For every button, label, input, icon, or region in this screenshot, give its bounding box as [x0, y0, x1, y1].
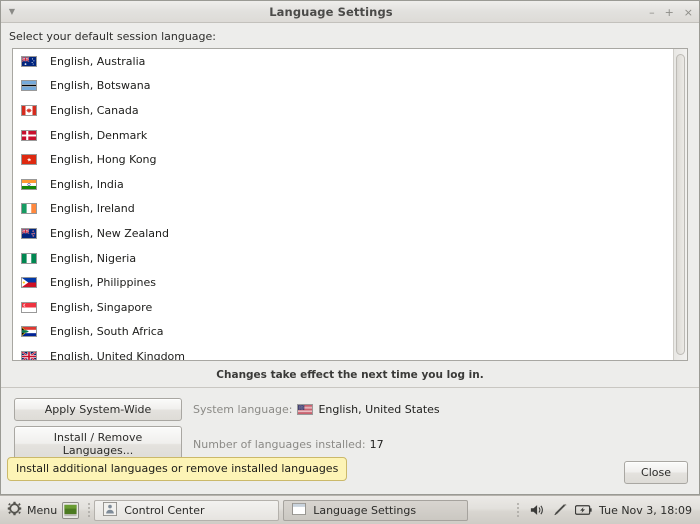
restart-notice: Changes take effect the next time you lo…: [216, 369, 484, 381]
language-settings-window: ▼ Language Settings – + × Select your de…: [0, 0, 700, 495]
chevron-down-icon[interactable]: ▼: [1, 1, 23, 23]
language-list-item[interactable]: English, Canada: [13, 98, 673, 123]
flag-icon-hk: [21, 154, 37, 166]
flag-icon-ie: [21, 203, 37, 215]
system-tray: Tue Nov 3, 18:09: [512, 502, 696, 519]
minimize-icon[interactable]: –: [649, 7, 655, 18]
language-list-item[interactable]: English, Singapore: [13, 295, 673, 320]
tooltip: Install additional languages or remove i…: [7, 457, 348, 481]
language-list-item[interactable]: English, Australia: [13, 49, 673, 74]
language-list-item[interactable]: English, Nigeria: [13, 246, 673, 271]
pen-icon[interactable]: [553, 503, 568, 517]
system-language-label: System language:: [193, 403, 293, 416]
flag-icon-ph: [21, 277, 37, 289]
close-icon[interactable]: ×: [684, 7, 693, 18]
flag-icon-bw: [21, 80, 37, 92]
apply-system-wide-button[interactable]: Apply System-Wide: [14, 398, 182, 421]
language-list-item[interactable]: English, Philippines: [13, 270, 673, 295]
language-list-item-label: English, South Africa: [50, 325, 164, 339]
language-list-frame: English, Australia English, Botswana Engli…: [12, 48, 688, 361]
language-list-item[interactable]: English, Ireland: [13, 197, 673, 222]
language-list-item-label: English, Botswana: [50, 79, 151, 93]
flag-icon-ng: [21, 252, 37, 264]
gear-icon: [7, 501, 22, 519]
start-menu-button[interactable]: Menu: [4, 501, 83, 519]
language-list-item[interactable]: English, United Kingdom: [13, 344, 673, 360]
language-list-item-label: English, New Zealand: [50, 226, 169, 240]
flag-icon-ca: [21, 104, 37, 116]
control-center-icon: [103, 501, 118, 519]
flag-icon-us: [297, 404, 314, 415]
window-controls: – + ×: [649, 1, 693, 23]
task-button-label: Control Center: [124, 503, 205, 517]
language-list-item-label: English, Hong Kong: [50, 153, 157, 167]
flag-icon-dk: [21, 129, 37, 141]
window-content: Select your default session language: En…: [1, 23, 699, 494]
prompt-label: Select your default session language:: [9, 30, 216, 43]
system-language-value: English, United States: [318, 403, 440, 416]
installed-count-value: 17: [369, 437, 384, 451]
system-language-info: System language: English, United States: [193, 403, 440, 416]
flag-icon-gb: [21, 350, 37, 360]
start-menu-label: Menu: [27, 503, 58, 517]
language-list-item-label: English, Singapore: [50, 300, 153, 314]
clock[interactable]: Tue Nov 3, 18:09: [599, 504, 692, 517]
language-list-scrollbar[interactable]: [673, 49, 687, 360]
speaker-icon[interactable]: [530, 503, 546, 517]
window-title: Language Settings: [269, 4, 393, 19]
taskbar-grip[interactable]: [86, 502, 91, 519]
language-list-item[interactable]: English, New Zealand: [13, 221, 673, 246]
installed-count-info: Number of languages installed: 17: [193, 438, 384, 451]
tray-grip[interactable]: [515, 502, 520, 519]
language-list-item-label: English, Australia: [50, 54, 146, 68]
flag-icon-za: [21, 326, 37, 338]
language-list-item[interactable]: English, Botswana: [13, 74, 673, 99]
language-list-item[interactable]: English, South Africa: [13, 320, 673, 345]
installed-count-label: Number of languages installed:: [193, 437, 366, 451]
scrollbar-thumb[interactable]: [676, 54, 685, 355]
language-list-item-label: English, Denmark: [50, 128, 148, 142]
language-list-item[interactable]: English, Hong Kong: [13, 147, 673, 172]
maximize-icon[interactable]: +: [665, 7, 674, 18]
flag-icon-au: [21, 55, 37, 67]
language-list-item-label: English, India: [50, 177, 124, 191]
language-list-item-label: English, Nigeria: [50, 251, 137, 265]
close-button[interactable]: Close: [624, 461, 688, 484]
task-button-control-center[interactable]: Control Center: [94, 499, 280, 521]
language-list-item[interactable]: English, Denmark: [13, 123, 673, 148]
flag-icon-in: [21, 178, 37, 190]
battery-icon[interactable]: [575, 504, 592, 516]
language-list-item-label: English, United Kingdom: [50, 349, 186, 360]
task-button-label: Language Settings: [313, 503, 417, 517]
apply-row: Apply System-Wide System language: Engli…: [1, 398, 699, 421]
language-list-item[interactable]: English, India: [13, 172, 673, 197]
flag-icon-sg: [21, 301, 37, 313]
window-icon: [292, 502, 307, 518]
taskbar: Menu Control Center Language Settings Tu…: [0, 495, 700, 524]
show-desktop-icon[interactable]: [62, 501, 80, 519]
window-titlebar[interactable]: ▼ Language Settings – + ×: [1, 1, 699, 23]
task-button-language-settings[interactable]: Language Settings: [283, 499, 469, 521]
language-list-item-label: English, Philippines: [50, 276, 156, 290]
language-list[interactable]: English, Australia English, Botswana Engli…: [13, 49, 673, 360]
flag-icon-nz: [21, 227, 37, 239]
language-list-item-label: English, Canada: [50, 103, 139, 117]
language-list-item-label: English, Ireland: [50, 202, 135, 216]
